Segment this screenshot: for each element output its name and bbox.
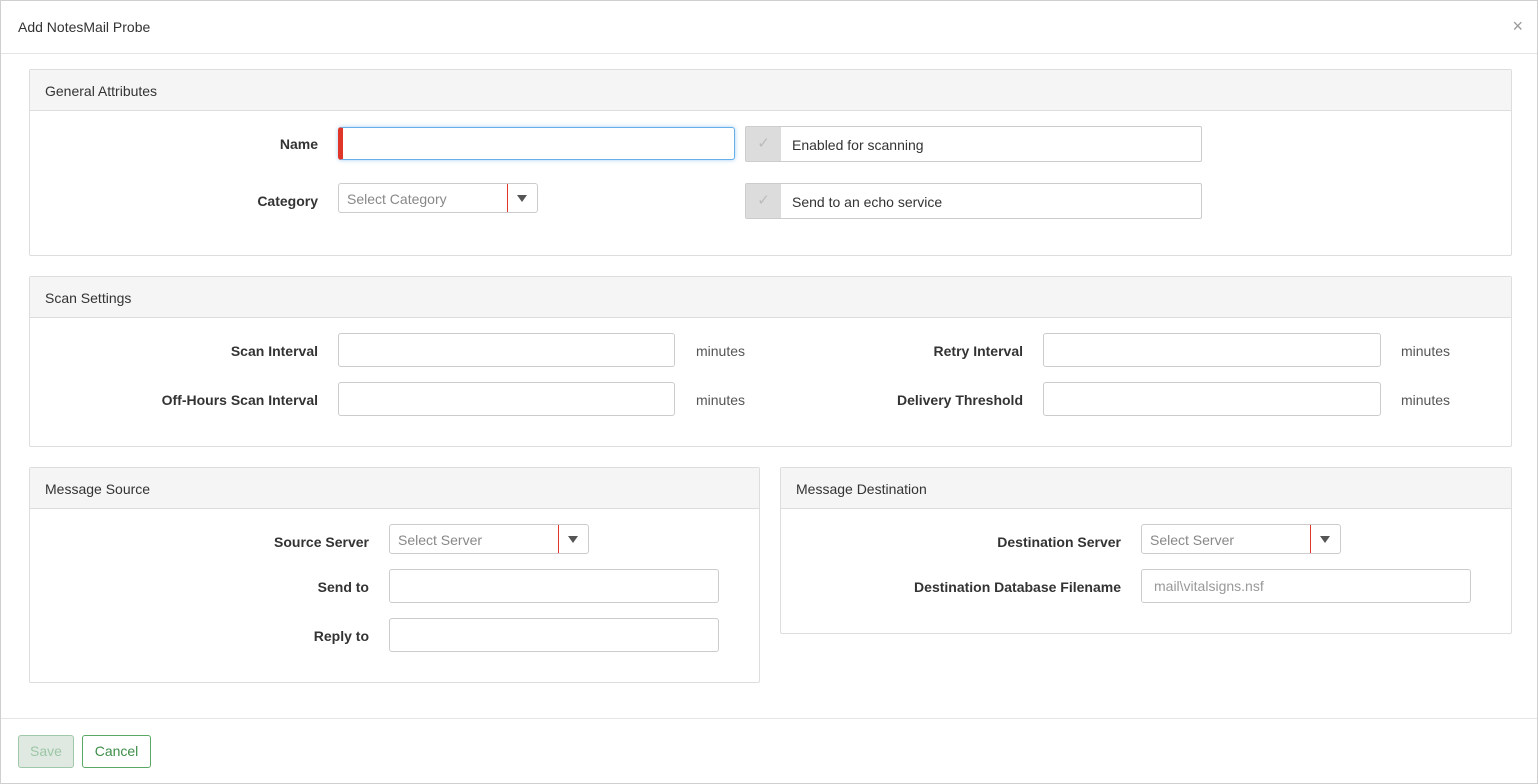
message-source-panel: Message Source Source Server Select Serv… [29, 467, 760, 683]
enabled-for-scanning-toggle[interactable]: ✓ Enabled for scanning [745, 126, 1202, 162]
offhours-scan-interval-input[interactable] [338, 382, 675, 416]
source-server-label: Source Server [274, 534, 369, 550]
dialog-title: Add NotesMail Probe [18, 19, 151, 35]
send-to-label: Send to [317, 579, 369, 595]
scan-interval-unit: minutes [696, 343, 746, 359]
panel-title: Message Source [45, 481, 151, 497]
panel-title: Scan Settings [45, 290, 132, 306]
delivery-threshold-label: Delivery Threshold [896, 392, 1023, 408]
panel-header: General Attributes [30, 70, 1511, 111]
retry-interval-input[interactable] [1043, 333, 1381, 367]
general-attributes-panel: General Attributes Name Category Select … [29, 69, 1512, 256]
chevron-down-icon[interactable] [517, 195, 527, 202]
source-server-placeholder: Select Server [398, 532, 483, 548]
add-probe-dialog: Add NotesMail Probe × General Attributes… [0, 0, 1538, 784]
offhours-scan-interval-unit: minutes [696, 392, 746, 408]
panel-header: Message Source [30, 468, 759, 509]
name-label: Name [279, 136, 318, 152]
scan-settings-panel: Scan Settings Scan Interval minutes Off-… [29, 276, 1512, 447]
chevron-down-icon[interactable] [568, 536, 578, 543]
category-select[interactable]: Select Category [338, 183, 538, 213]
destination-server-select[interactable]: Select Server [1141, 524, 1341, 554]
offhours-scan-interval-label: Off-Hours Scan Interval [161, 392, 318, 408]
enabled-for-scanning-label: Enabled for scanning [792, 137, 924, 153]
category-label: Category [257, 193, 318, 209]
destination-server-placeholder: Select Server [1150, 532, 1235, 548]
select-divider [1310, 525, 1311, 553]
dialog-header: Add NotesMail Probe × [1, 1, 1537, 54]
retry-interval-unit: minutes [1401, 343, 1451, 359]
panel-header: Scan Settings [30, 277, 1511, 318]
category-placeholder: Select Category [347, 191, 447, 207]
dialog-footer: Save Cancel [1, 718, 1537, 784]
reply-to-label: Reply to [313, 628, 369, 644]
save-button[interactable]: Save [18, 735, 74, 768]
send-to-input[interactable] [389, 569, 719, 603]
delivery-threshold-input[interactable] [1043, 382, 1381, 416]
close-icon[interactable]: × [1512, 16, 1523, 36]
check-icon[interactable]: ✓ [746, 184, 781, 218]
retry-interval-label: Retry Interval [933, 343, 1023, 359]
reply-to-input[interactable] [389, 618, 719, 652]
delivery-threshold-unit: minutes [1401, 392, 1451, 408]
destination-db-label: Destination Database Filename [914, 579, 1121, 595]
cancel-button[interactable]: Cancel [82, 735, 151, 768]
scan-interval-label: Scan Interval [230, 343, 318, 359]
source-server-select[interactable]: Select Server [389, 524, 589, 554]
panel-title: General Attributes [45, 83, 158, 99]
select-divider [507, 184, 508, 212]
destination-server-label: Destination Server [997, 534, 1121, 550]
check-icon[interactable]: ✓ [746, 127, 781, 161]
destination-db-input[interactable] [1141, 569, 1471, 603]
chevron-down-icon[interactable] [1320, 536, 1330, 543]
panel-title: Message Destination [796, 481, 927, 497]
send-to-echo-label: Send to an echo service [792, 194, 943, 210]
name-input[interactable] [338, 127, 735, 160]
panel-header: Message Destination [781, 468, 1511, 509]
scan-interval-input[interactable] [338, 333, 675, 367]
message-destination-panel: Message Destination Destination Server S… [780, 467, 1512, 634]
send-to-echo-toggle[interactable]: ✓ Send to an echo service [745, 183, 1202, 219]
select-divider [558, 525, 559, 553]
